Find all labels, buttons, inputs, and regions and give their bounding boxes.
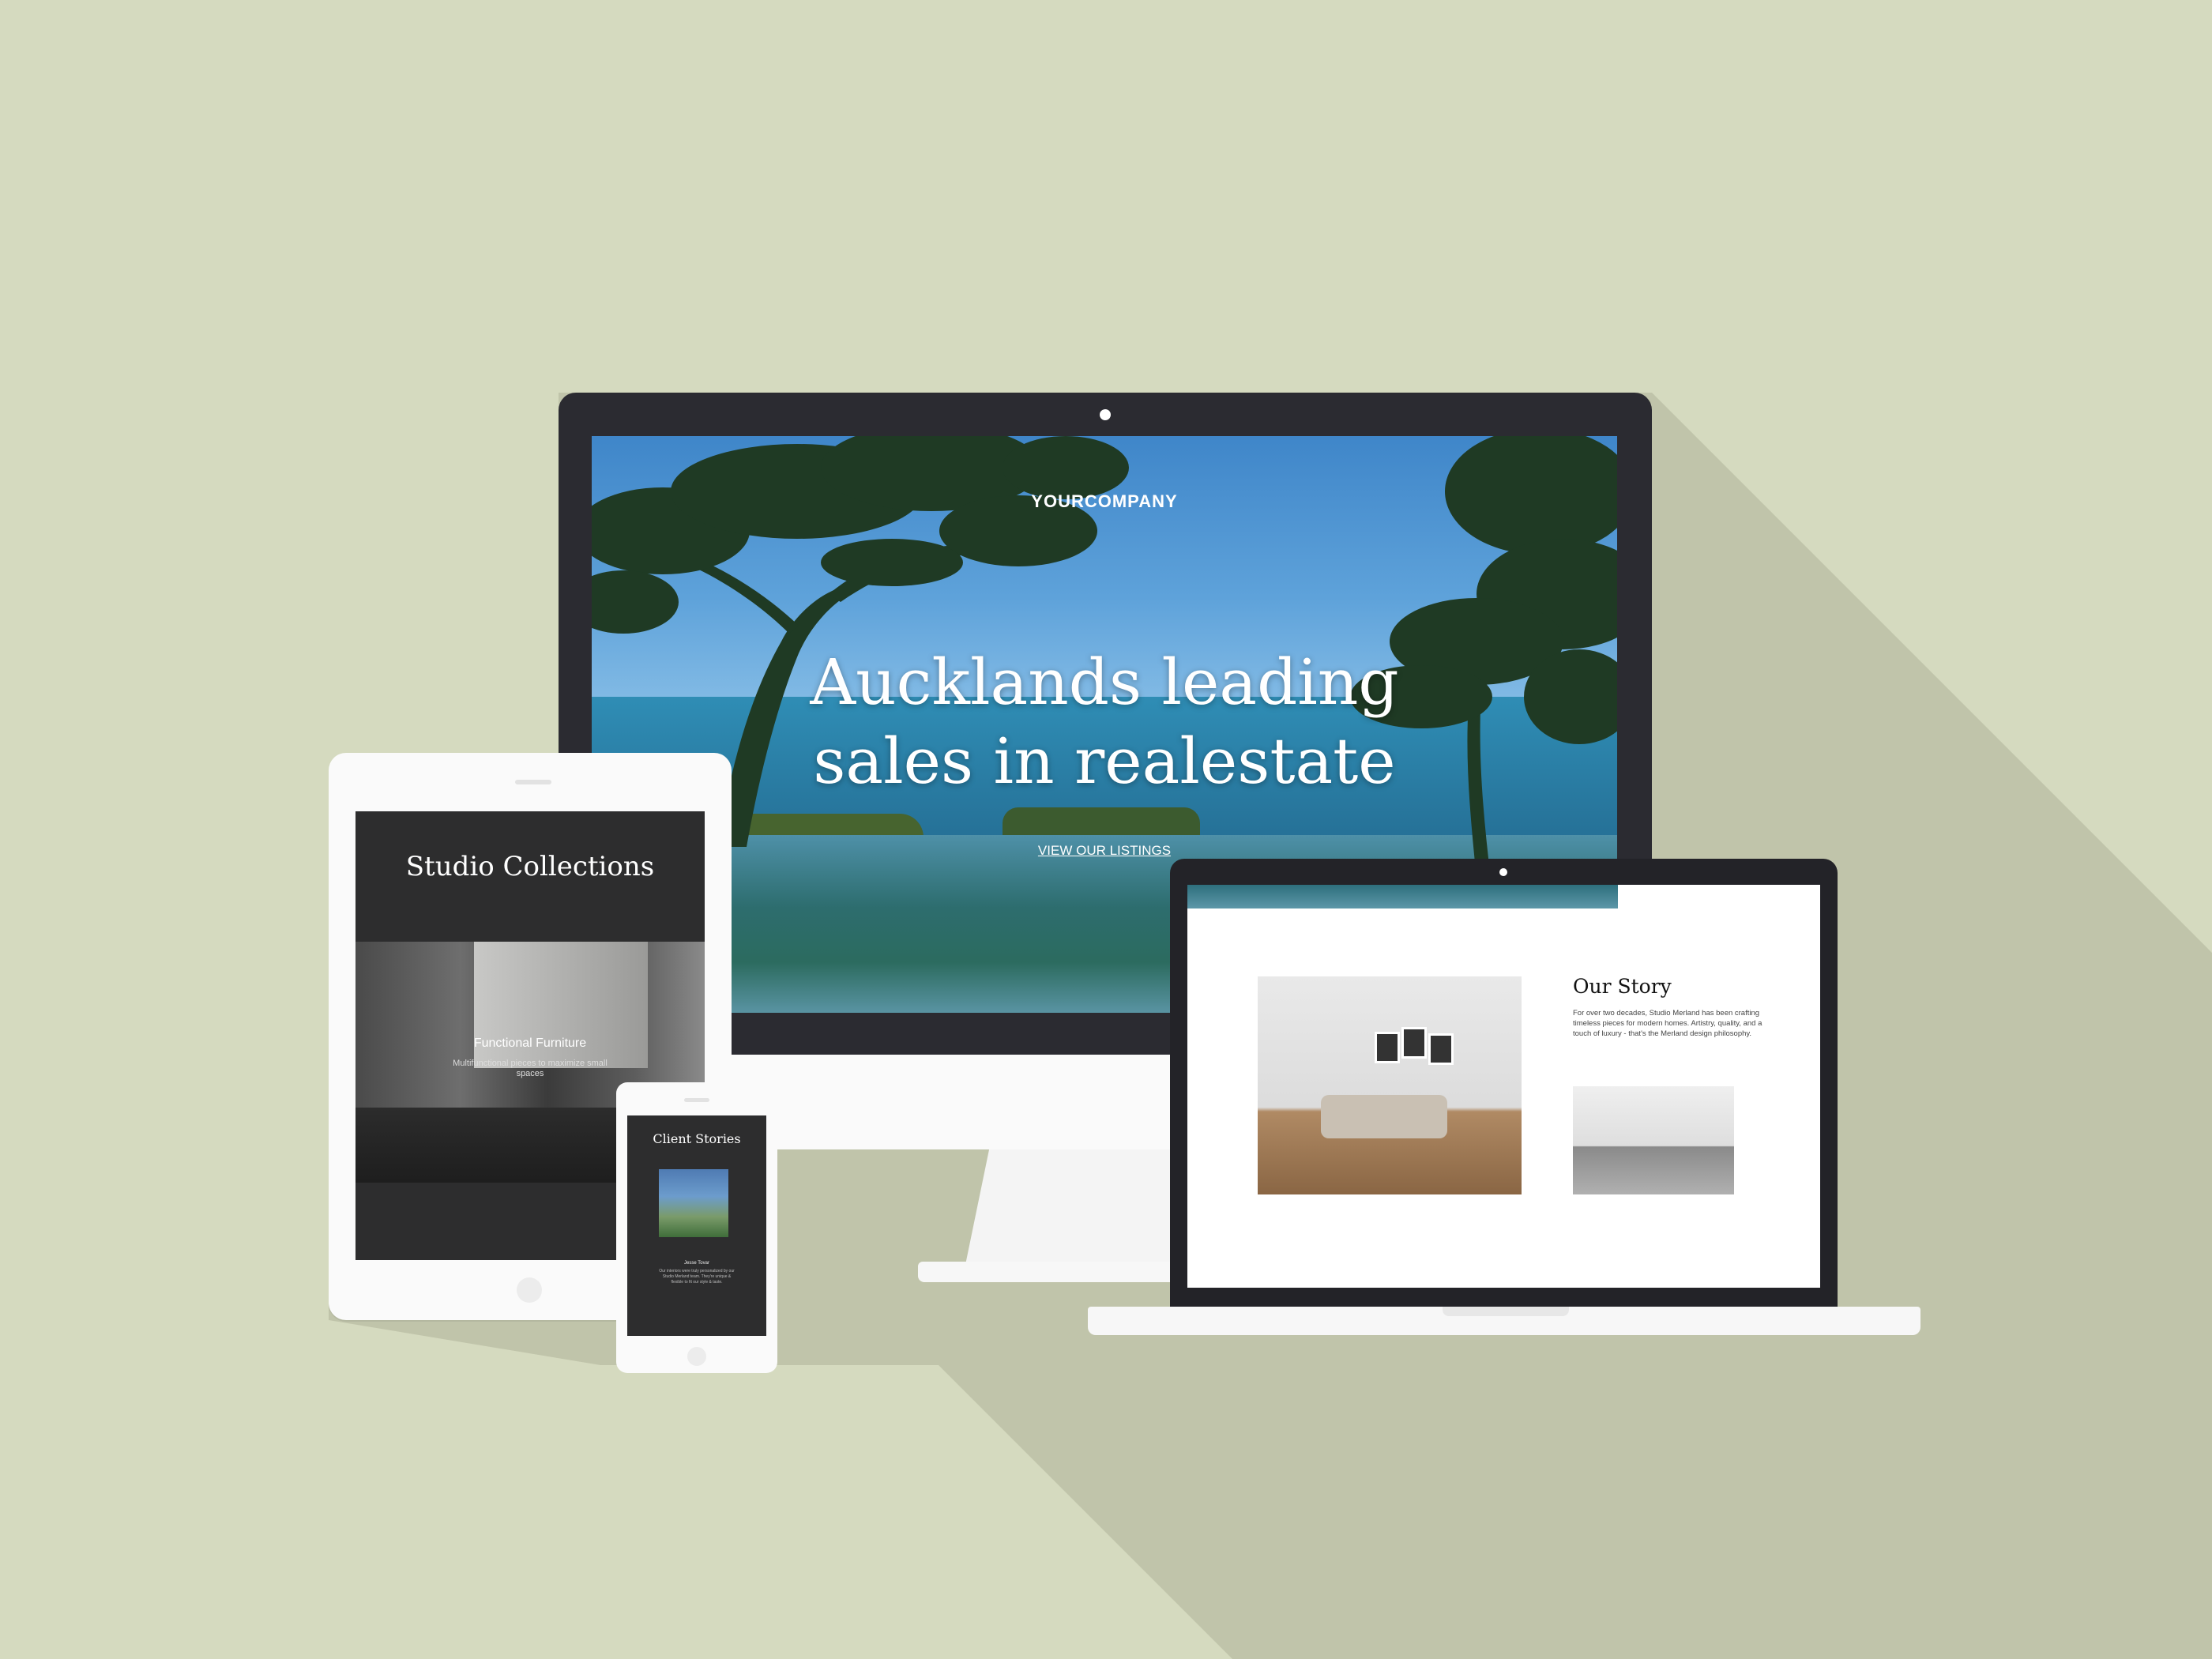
tablet-page-title: Studio Collections: [405, 851, 655, 882]
phone-page-title: Client Stories: [653, 1131, 741, 1146]
tablet-home-button[interactable]: [517, 1277, 542, 1303]
phone-home-button[interactable]: [687, 1347, 706, 1366]
living-room-image: [1258, 976, 1522, 1194]
hero-headline-line2: sales in realestate: [813, 724, 1396, 798]
our-story-paragraph: For over two decades, Studio Merland has…: [1573, 1009, 1762, 1038]
laptop-strip-blank: [1618, 885, 1820, 908]
feature-description: Multifunctional pieces to maximize small…: [453, 1059, 608, 1078]
laptop-screen: Our Story For over two decades, Studio M…: [1187, 885, 1820, 1288]
living-room-sofa: [1321, 1095, 1447, 1138]
client-quote: Our interiors were truly personalized by…: [659, 1269, 735, 1285]
monitor-camera: [1100, 409, 1111, 420]
client-name: Jesse Tovar: [684, 1261, 709, 1266]
hero-headline: Aucklands leading sales in realestate: [592, 643, 1617, 801]
wall-frame: [1375, 1032, 1400, 1063]
brand-logo[interactable]: YOURCOMPANY: [592, 491, 1617, 512]
wall-frame: [1428, 1033, 1454, 1065]
feature-title: Functional Furniture: [473, 1036, 587, 1050]
wall-frame: [1401, 1027, 1427, 1059]
client-group-photo: [659, 1169, 728, 1237]
hero-headline-line1: Aucklands leading: [810, 645, 1399, 719]
laptop-camera: [1499, 868, 1507, 876]
tablet-speaker: [515, 780, 551, 784]
our-story-heading: Our Story: [1573, 975, 1672, 998]
kitchen-interior-image: [1573, 1086, 1734, 1194]
phone-speaker: [684, 1098, 709, 1102]
phone-screen: Client Stories Jesse Tovar Our interiors…: [627, 1115, 766, 1336]
view-listings-link[interactable]: VIEW OUR LISTINGS: [592, 843, 1617, 859]
laptop-opening-notch: [1443, 1307, 1569, 1316]
